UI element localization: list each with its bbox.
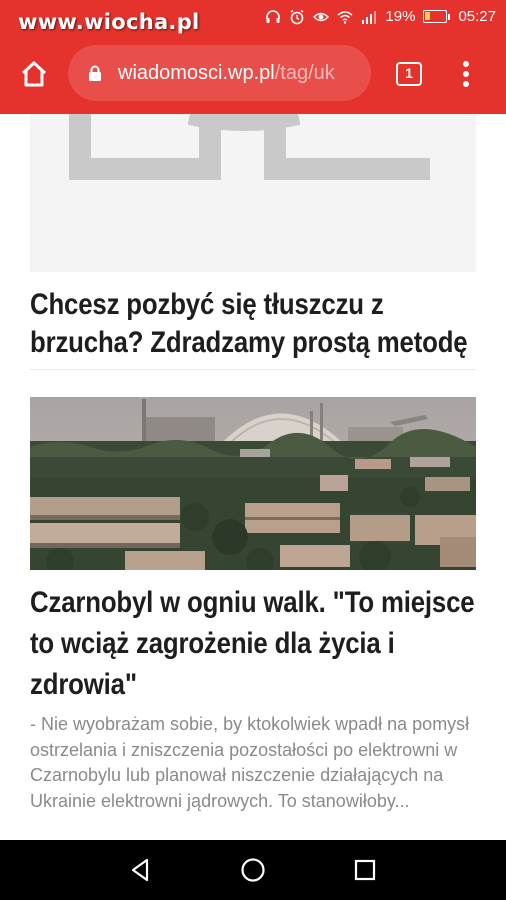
eye-icon <box>313 12 330 21</box>
chernobyl-photo <box>30 397 476 570</box>
url-text[interactable]: wiadomosci.wp.pl/tag/uk <box>118 62 335 85</box>
home-button[interactable] <box>14 56 54 92</box>
tab-switcher-button[interactable]: 1 <box>396 62 422 86</box>
article-title[interactable]: Czarnobyl w ogniu walk. "To miejsce to w… <box>30 582 486 705</box>
overflow-menu-button[interactable] <box>454 58 478 90</box>
status-icons: 19% 05:27 <box>265 8 496 25</box>
image-placeholder-graphic <box>30 114 476 272</box>
back-icon <box>131 858 149 882</box>
recents-icon <box>354 859 376 881</box>
nav-recents-button[interactable] <box>349 854 381 886</box>
battery-percent: 19% <box>385 8 416 25</box>
lock-icon <box>89 65 101 81</box>
clock: 05:27 <box>458 8 496 25</box>
status-bar: www.wiocha.pl 19% 05:27 <box>0 0 506 34</box>
article-list: Chcesz pozbyć się tłuszczu z brzucha? Zd… <box>0 114 506 840</box>
watermark: www.wiocha.pl <box>18 10 200 34</box>
divider <box>30 369 476 370</box>
wifi-icon <box>337 10 353 24</box>
battery-icon <box>423 10 451 23</box>
article-photo[interactable] <box>30 397 476 570</box>
url-bar[interactable]: wiadomosci.wp.pl/tag/uk <box>68 45 371 101</box>
url-domain: wiadomosci.wp.pl <box>118 62 275 84</box>
signal-icon <box>362 10 377 24</box>
nav-back-button[interactable] <box>124 854 156 886</box>
url-path: /tag/uk <box>274 62 335 84</box>
nav-home-button[interactable] <box>237 854 269 886</box>
home-icon <box>21 61 47 87</box>
system-nav-bar <box>0 840 506 900</box>
article-title[interactable]: Chcesz pozbyć się tłuszczu z brzucha? Zd… <box>30 286 486 362</box>
headphones-icon <box>266 9 281 23</box>
browser-toolbar: wiadomosci.wp.pl/tag/uk 1 <box>0 34 506 114</box>
article-lead[interactable]: - Nie wyobrażam sobie, by ktokolwiek wpa… <box>30 712 476 814</box>
home-icon <box>241 858 265 882</box>
alarm-icon <box>290 9 304 24</box>
article-image-placeholder[interactable] <box>30 114 476 272</box>
